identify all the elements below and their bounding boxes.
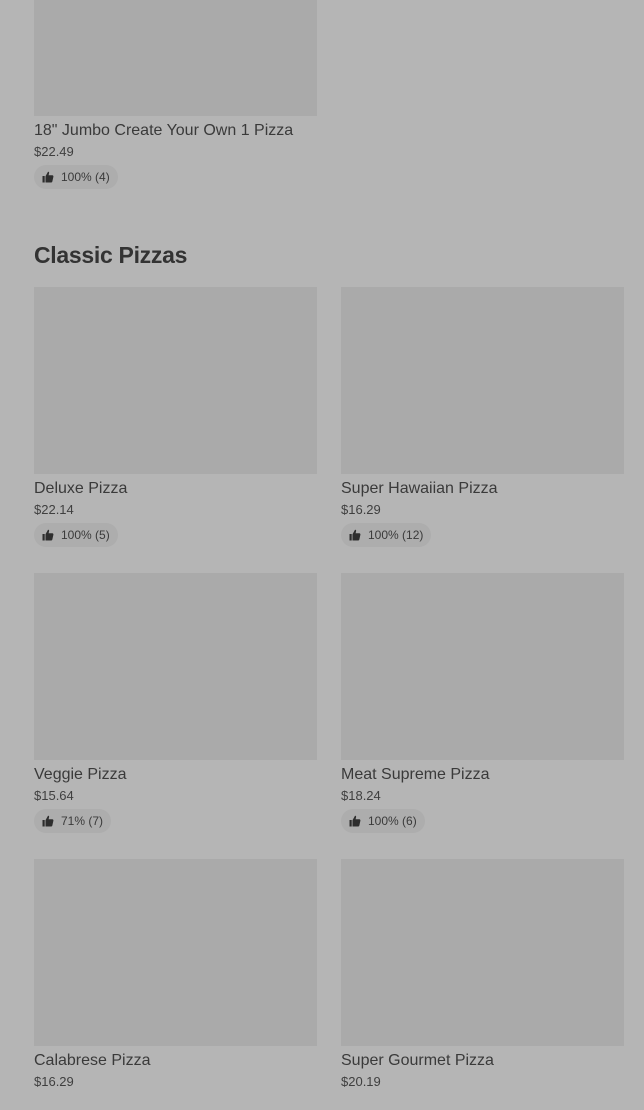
thumbs-up-icon xyxy=(349,529,361,541)
item-image[interactable] xyxy=(34,0,317,116)
item-price: $22.14 xyxy=(34,502,74,517)
item-image[interactable] xyxy=(341,859,624,1046)
item-image[interactable] xyxy=(34,573,317,760)
item-price: $18.24 xyxy=(341,788,381,803)
item-price: $15.64 xyxy=(34,788,74,803)
rating-badge: 71% (7) xyxy=(34,809,112,833)
thumbs-up-icon xyxy=(42,529,54,541)
rating-badge: 100% (4) xyxy=(34,165,118,189)
item-price: $20.19 xyxy=(341,1074,381,1089)
item-name: 18" Jumbo Create Your Own 1 Pizza xyxy=(34,122,294,139)
menu-item-card[interactable]: Super Gourmet Pizza $20.19 xyxy=(341,859,624,1091)
item-price: $16.29 xyxy=(341,502,381,517)
rating-text: 100% (4) xyxy=(61,170,110,184)
menu-item-card[interactable]: Veggie Pizza $15.64 71% (7) xyxy=(34,573,317,833)
rating-badge: 100% (6) xyxy=(341,809,425,833)
item-name: Super Hawaiian Pizza xyxy=(341,480,498,497)
rating-text: 100% (5) xyxy=(61,528,110,542)
rating-badge: 100% (12) xyxy=(341,523,432,547)
item-image[interactable] xyxy=(34,287,317,474)
item-name: Meat Supreme Pizza xyxy=(341,766,490,783)
item-price: $16.29 xyxy=(34,1074,74,1089)
item-name: Deluxe Pizza xyxy=(34,480,128,497)
rating-text: 71% (7) xyxy=(61,814,104,828)
item-name: Calabrese Pizza xyxy=(34,1052,151,1069)
item-image[interactable] xyxy=(341,287,624,474)
item-image[interactable] xyxy=(34,859,317,1046)
item-image[interactable] xyxy=(341,573,624,760)
item-name: Super Gourmet Pizza xyxy=(341,1052,494,1069)
menu-item-card[interactable]: 18" Jumbo Create Your Own 1 Pizza $22.49… xyxy=(34,0,317,189)
thumbs-up-icon xyxy=(42,815,54,827)
rating-text: 100% (12) xyxy=(368,528,424,542)
menu-item-card[interactable]: Meat Supreme Pizza $18.24 100% (6) xyxy=(341,573,624,833)
thumbs-up-icon xyxy=(349,815,361,827)
menu-item-card[interactable]: Calabrese Pizza $16.29 xyxy=(34,859,317,1091)
menu-item-card[interactable]: Super Hawaiian Pizza $16.29 100% (12) xyxy=(341,287,624,547)
thumbs-up-icon xyxy=(42,171,54,183)
rating-badge: 100% (5) xyxy=(34,523,118,547)
item-price: $22.49 xyxy=(34,144,74,159)
menu-item-card[interactable]: Deluxe Pizza $22.14 100% (5) xyxy=(34,287,317,547)
section-title: Classic Pizzas xyxy=(34,242,188,268)
item-name: Veggie Pizza xyxy=(34,766,127,783)
rating-text: 100% (6) xyxy=(368,814,417,828)
